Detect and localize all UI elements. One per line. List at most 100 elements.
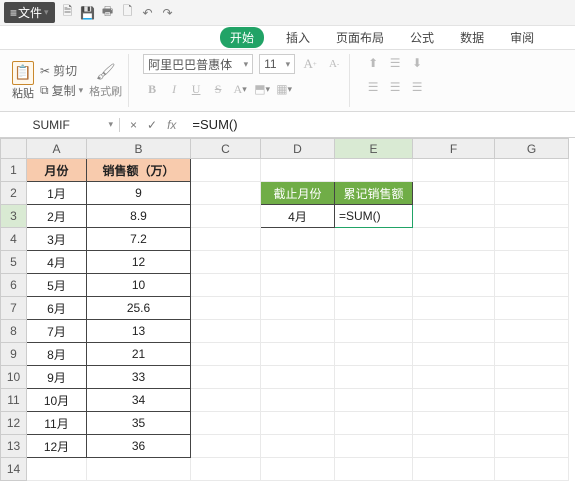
cell-F1[interactable] [413, 159, 495, 182]
cell-A13[interactable]: 12月 [27, 435, 87, 458]
cell-B4[interactable]: 7.2 [87, 228, 191, 251]
paste-button[interactable]: 📋 粘贴 [12, 61, 34, 101]
cell-D1[interactable] [261, 159, 335, 182]
cell[interactable] [335, 389, 413, 412]
copy-button[interactable]: ⧉ 复制 ▾ [40, 82, 83, 99]
cell-C1[interactable] [191, 159, 261, 182]
strike-button[interactable]: S [209, 80, 227, 98]
tab-data[interactable]: 数据 [456, 29, 488, 46]
name-box[interactable]: ▾ [0, 118, 120, 132]
cell[interactable] [495, 228, 569, 251]
cell-G2[interactable] [495, 182, 569, 205]
cell-A10[interactable]: 9月 [27, 366, 87, 389]
cell[interactable] [335, 435, 413, 458]
cell[interactable] [261, 274, 335, 297]
redo-icon[interactable]: ↷ [161, 6, 175, 20]
worksheet[interactable]: A B C D E F G 1 月份 销售额（万） 2 1月 9 截止月份 累记… [0, 138, 575, 481]
align-bottom-icon[interactable]: ⬇ [408, 54, 426, 72]
cell[interactable] [335, 343, 413, 366]
fx-icon[interactable]: fx [167, 118, 176, 132]
cell-A5[interactable]: 4月 [27, 251, 87, 274]
bold-button[interactable]: B [143, 80, 161, 98]
cell[interactable] [335, 297, 413, 320]
cell[interactable] [261, 435, 335, 458]
cell[interactable] [495, 320, 569, 343]
cell-B10[interactable]: 33 [87, 366, 191, 389]
select-all-corner[interactable] [1, 139, 27, 159]
cell-A4[interactable]: 3月 [27, 228, 87, 251]
cell[interactable] [413, 343, 495, 366]
cell[interactable] [87, 458, 191, 481]
cell[interactable] [191, 412, 261, 435]
cell-B3[interactable]: 8.9 [87, 205, 191, 228]
cell[interactable] [495, 389, 569, 412]
cell[interactable] [335, 228, 413, 251]
colhead-C[interactable]: C [191, 139, 261, 159]
cell[interactable] [335, 251, 413, 274]
format-painter-button[interactable]: 🖌 格式刷 [89, 62, 122, 99]
tab-insert[interactable]: 插入 [282, 29, 314, 46]
cell[interactable] [495, 435, 569, 458]
rowhead[interactable]: 9 [1, 343, 27, 366]
rowhead[interactable]: 8 [1, 320, 27, 343]
accept-formula-icon[interactable]: ✓ [147, 118, 157, 132]
shrink-font-button[interactable]: A- [325, 55, 343, 73]
align-top-icon[interactable]: ⬆ [364, 54, 382, 72]
cell-B2[interactable]: 9 [87, 182, 191, 205]
cell[interactable] [413, 320, 495, 343]
cell[interactable] [495, 343, 569, 366]
chevron-down-icon[interactable]: ▾ [108, 119, 113, 130]
cell-A12[interactable]: 11月 [27, 412, 87, 435]
cell-E1[interactable] [335, 159, 413, 182]
cell[interactable] [191, 366, 261, 389]
file-menu[interactable]: ≡ 文件 ▾ [4, 2, 55, 23]
cell[interactable] [335, 458, 413, 481]
cell[interactable] [413, 435, 495, 458]
rowhead[interactable]: 4 [1, 228, 27, 251]
cell-A9[interactable]: 8月 [27, 343, 87, 366]
tab-start[interactable]: 开始 [220, 27, 264, 48]
cell-C2[interactable] [191, 182, 261, 205]
cell-B6[interactable]: 10 [87, 274, 191, 297]
cell[interactable] [495, 458, 569, 481]
align-left-icon[interactable]: ☰ [364, 78, 382, 96]
cell[interactable] [191, 389, 261, 412]
tab-formulas[interactable]: 公式 [406, 29, 438, 46]
font-size-select[interactable]: 11 ▾ [259, 54, 295, 74]
cell-A1[interactable]: 月份 [27, 159, 87, 182]
border-button[interactable]: ▦▾ [275, 80, 293, 98]
print-icon[interactable]: 🖶 [101, 6, 115, 20]
cell[interactable] [335, 366, 413, 389]
cell[interactable] [413, 228, 495, 251]
name-box-input[interactable] [32, 118, 102, 132]
cell[interactable] [191, 435, 261, 458]
cell[interactable] [335, 412, 413, 435]
cell[interactable] [261, 458, 335, 481]
rowhead[interactable]: 13 [1, 435, 27, 458]
colhead-G[interactable]: G [495, 139, 569, 159]
cell-A8[interactable]: 7月 [27, 320, 87, 343]
cell-B12[interactable]: 35 [87, 412, 191, 435]
cancel-formula-icon[interactable]: × [130, 118, 137, 132]
cut-button[interactable]: ✂ 剪切 [40, 62, 83, 79]
align-middle-icon[interactable]: ☰ [386, 54, 404, 72]
new-doc-icon[interactable]: 🗎 [61, 6, 75, 20]
colhead-D[interactable]: D [261, 139, 335, 159]
cell[interactable] [261, 389, 335, 412]
cell-A7[interactable]: 6月 [27, 297, 87, 320]
rowhead[interactable]: 7 [1, 297, 27, 320]
rowhead[interactable]: 3 [1, 205, 27, 228]
formula-input[interactable] [186, 117, 575, 132]
cell[interactable] [413, 389, 495, 412]
save-icon[interactable]: 💾 [81, 6, 95, 20]
colhead-B[interactable]: B [87, 139, 191, 159]
cell-B8[interactable]: 13 [87, 320, 191, 343]
cell-A6[interactable]: 5月 [27, 274, 87, 297]
cell-B9[interactable]: 21 [87, 343, 191, 366]
cell[interactable] [335, 274, 413, 297]
underline-button[interactable]: U [187, 80, 205, 98]
cell[interactable] [495, 297, 569, 320]
cell-C3[interactable] [191, 205, 261, 228]
rowhead[interactable]: 1 [1, 159, 27, 182]
grow-font-button[interactable]: A+ [301, 55, 319, 73]
